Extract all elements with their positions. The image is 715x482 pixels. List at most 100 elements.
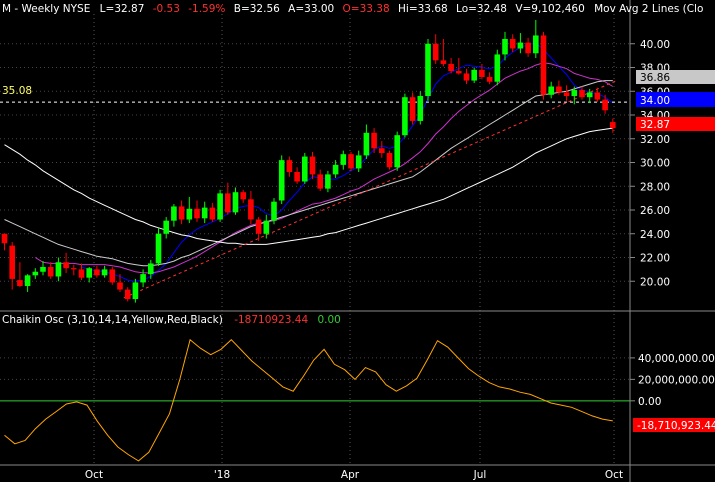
candle-body xyxy=(78,269,85,278)
candle-body xyxy=(317,174,323,189)
candle-body xyxy=(486,77,493,82)
candle-body xyxy=(24,275,31,286)
candle-body xyxy=(294,172,300,182)
candle-body xyxy=(40,267,46,272)
candle-body xyxy=(71,268,77,270)
candle-body xyxy=(271,201,277,221)
candle-body xyxy=(456,71,462,74)
header-change-pct: -1.59% xyxy=(188,3,225,15)
osc-value-tag: -18,710,923.44 xyxy=(637,420,715,432)
candle-body xyxy=(402,97,408,136)
candle-51 xyxy=(394,131,400,171)
candle-body xyxy=(548,86,554,95)
reference-line-label: 35.08 xyxy=(2,85,32,97)
price-tick-label: 22.00 xyxy=(640,253,670,265)
candle-body xyxy=(194,208,200,219)
osc-tick-label: 40,000,000.00 xyxy=(638,353,715,365)
candle-body xyxy=(32,271,39,276)
candle-body xyxy=(610,122,616,129)
header-open: O=33.38 xyxy=(343,3,390,15)
time-tick-label: Oct xyxy=(85,469,103,481)
candle-body xyxy=(209,207,216,220)
candle-body xyxy=(502,39,508,55)
candle-body xyxy=(178,206,185,220)
candle-54 xyxy=(417,91,424,125)
osc-tick-label: 0.00 xyxy=(638,396,661,408)
candle-body xyxy=(348,154,354,169)
candle-body xyxy=(471,69,477,81)
candle-body xyxy=(86,268,92,278)
candle-body xyxy=(286,160,293,172)
candle-14 xyxy=(109,267,116,285)
candle-70 xyxy=(540,31,547,100)
candle-body xyxy=(509,39,516,49)
candle-body xyxy=(171,206,177,221)
candle-body xyxy=(163,220,169,234)
value-tag-blue: 34.00 xyxy=(640,95,670,107)
candle-body xyxy=(309,156,316,175)
candle-body xyxy=(263,220,270,234)
candle-52 xyxy=(402,93,408,138)
candle-body xyxy=(240,192,246,200)
candle-body xyxy=(409,97,416,121)
candle-body xyxy=(479,69,485,77)
candle-50 xyxy=(386,150,393,170)
chart-background xyxy=(0,0,715,482)
candle-body xyxy=(463,73,470,81)
candle-body xyxy=(140,274,146,283)
candle-body xyxy=(355,155,362,169)
candle-64 xyxy=(494,49,501,86)
candle-body xyxy=(217,193,223,220)
candle-body xyxy=(425,43,431,96)
candle-body xyxy=(155,233,162,264)
candle-body xyxy=(9,245,15,279)
time-tick-label: Jul xyxy=(473,469,487,481)
candle-body xyxy=(109,269,116,283)
candle-body xyxy=(379,148,385,153)
candle-body xyxy=(47,267,54,277)
candle-body xyxy=(117,282,123,290)
candle-body xyxy=(540,35,547,95)
candle-body xyxy=(386,153,393,168)
candle-35 xyxy=(271,198,277,225)
header-ask: A=33.00 xyxy=(288,3,334,15)
candle-28 xyxy=(217,189,223,222)
candle-body xyxy=(448,63,454,72)
candle-body xyxy=(94,269,100,276)
header-quote: M - Weekly NYSE L=32.87 -0.53 -1.59% B=3… xyxy=(2,3,703,15)
candle-39 xyxy=(302,153,308,184)
candle-body xyxy=(525,42,531,54)
osc-header: Chaikin Osc (3,10,14,14,Yellow,Red,Black… xyxy=(2,314,341,326)
candle-body xyxy=(302,156,308,182)
header-change: -0.53 xyxy=(153,3,180,15)
candle-body xyxy=(124,289,131,300)
candle-body xyxy=(586,92,593,98)
value-tag-red: 32.87 xyxy=(640,119,670,131)
header-bid: B=32.56 xyxy=(234,3,280,15)
candle-body xyxy=(63,262,69,269)
candle-45 xyxy=(348,151,354,171)
candle-body xyxy=(417,96,424,121)
candle-body xyxy=(394,135,400,168)
time-tick-label: '18 xyxy=(214,469,230,481)
header-low: Lo=32.48 xyxy=(456,3,507,15)
candle-body xyxy=(494,54,501,82)
price-tick-label: 28.00 xyxy=(640,181,670,193)
candle-body xyxy=(132,282,139,300)
candle-body xyxy=(17,280,23,286)
osc-value-red: -18710923.44 xyxy=(234,314,308,326)
candle-body xyxy=(55,262,62,277)
candle-body xyxy=(325,174,331,189)
candle-body xyxy=(602,99,608,111)
candle-body xyxy=(201,207,208,219)
header-symbol: M - Weekly NYSE xyxy=(2,3,90,15)
candle-36 xyxy=(278,155,285,205)
header-volume: V=9,102,460 xyxy=(515,3,584,15)
candle-body xyxy=(533,35,539,54)
header-ma-label: Mov Avg 2 Lines (Clo xyxy=(594,3,703,15)
price-tick-label: 24.00 xyxy=(640,229,670,241)
candle-body xyxy=(440,60,447,64)
candle-body xyxy=(563,92,570,96)
candle-body xyxy=(556,86,562,93)
time-tick-label: Apr xyxy=(341,469,360,481)
